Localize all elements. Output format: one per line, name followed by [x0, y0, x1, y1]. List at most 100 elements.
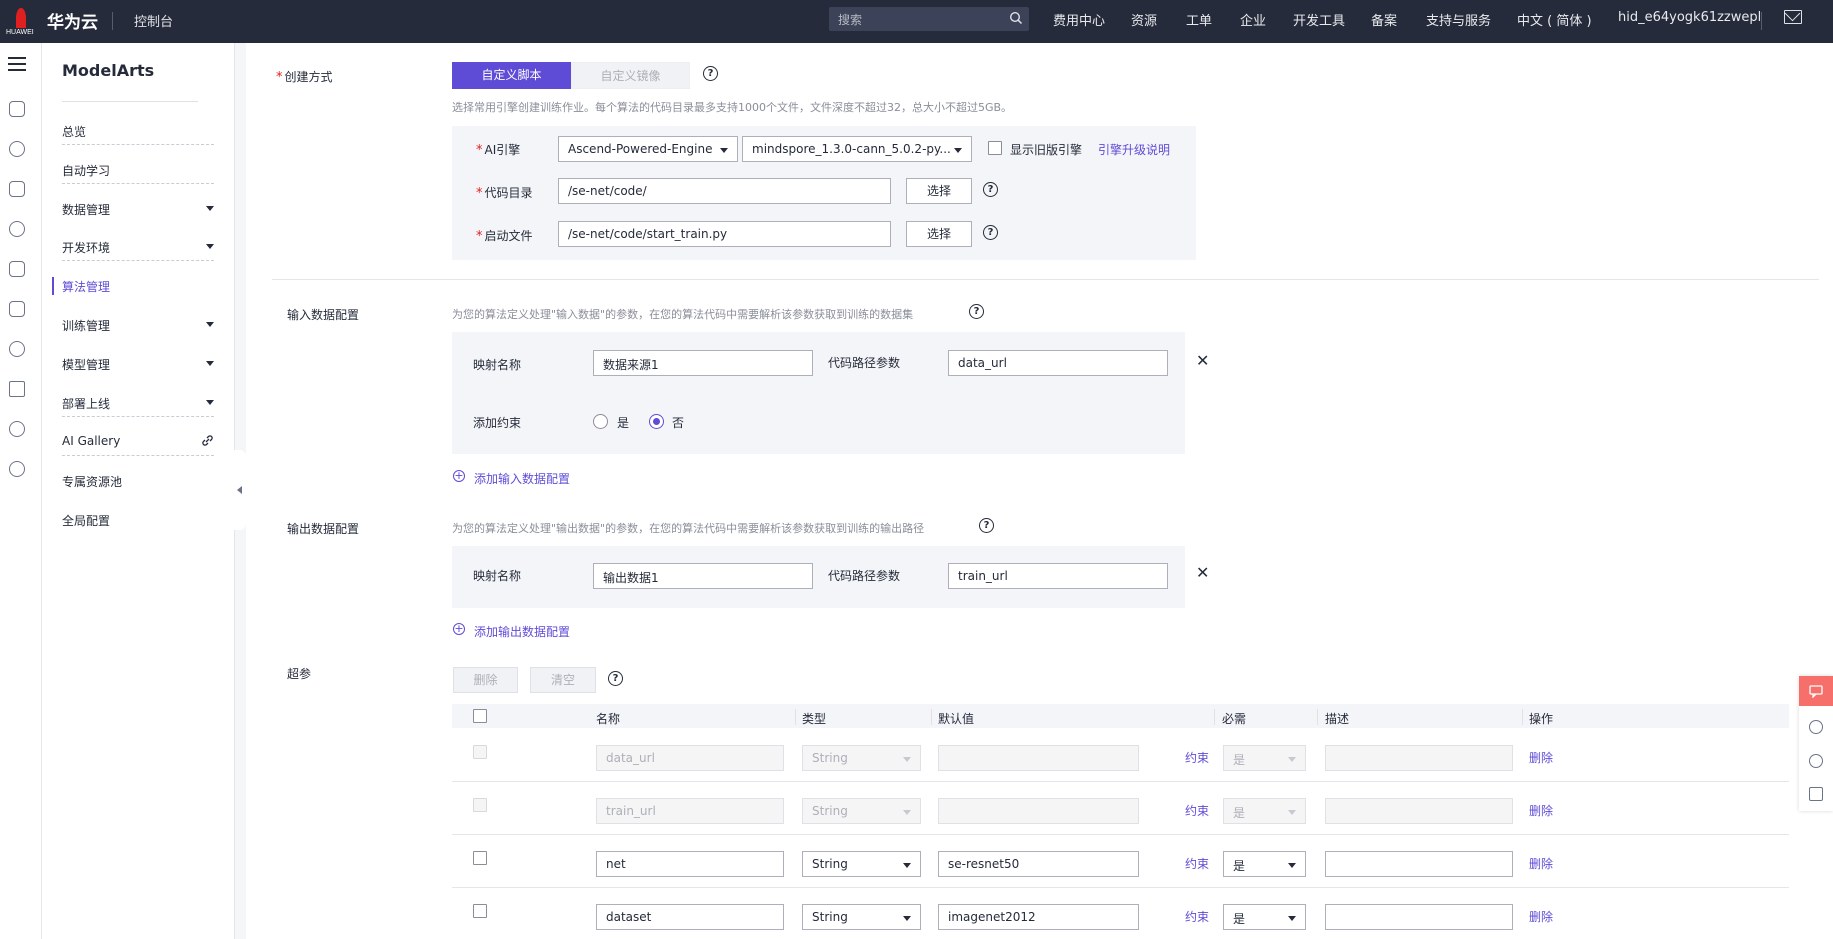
deploy-icon[interactable] [9, 381, 25, 397]
modelarts-icon[interactable] [9, 181, 25, 197]
row-checkbox[interactable] [473, 745, 487, 759]
nav-enterprise[interactable]: 企业 [1240, 10, 1266, 29]
nav-billing[interactable]: 费用中心 [1053, 10, 1105, 29]
sidebar-collapse-toggle[interactable] [234, 450, 246, 530]
help-icon[interactable] [1809, 754, 1823, 768]
constraint-radio-no[interactable] [649, 414, 664, 429]
nav-resources[interactable]: 资源 [1131, 10, 1157, 29]
nav-filing[interactable]: 备案 [1371, 10, 1397, 29]
ip-icon[interactable] [9, 461, 25, 477]
show-old-engine-checkbox[interactable] [988, 141, 1002, 155]
param-name-input[interactable]: train_url [596, 798, 784, 824]
param-type-select[interactable]: String [802, 745, 921, 771]
engine-upgrade-link[interactable]: 引擎升级说明 [1098, 141, 1170, 158]
nav-language[interactable]: 中文 ( 简体 ) [1517, 10, 1592, 29]
row-delete-link[interactable]: 删除 [1529, 749, 1553, 766]
add-circle-icon[interactable]: + [453, 470, 465, 482]
param-name-input[interactable]: net [596, 851, 784, 877]
sidebar-item-model-management[interactable]: 模型管理 [62, 350, 214, 378]
param-default-input[interactable]: se-resnet50 [938, 851, 1139, 877]
sidebar-item-auto-learning[interactable]: 自动学习 [62, 156, 214, 184]
clear-button[interactable]: 清空 [530, 667, 596, 693]
engine-version-select[interactable]: mindspore_1.3.0-cann_5.0.2-py... [742, 136, 972, 162]
huawei-logo[interactable]: HUAWEI [6, 4, 34, 38]
help-icon[interactable]: ? [979, 518, 994, 533]
output-code-param-input[interactable]: train_url [948, 563, 1168, 589]
code-dir-input[interactable]: /se-net/code/ [558, 178, 891, 204]
cloud-server-icon[interactable] [9, 101, 25, 117]
smile-icon[interactable] [1809, 720, 1823, 734]
sidebar-item-overview[interactable]: 总览 [62, 117, 214, 145]
row-delete-link[interactable]: 删除 [1529, 908, 1553, 925]
help-icon[interactable]: ? [608, 671, 623, 686]
row-checkbox[interactable] [473, 851, 487, 865]
console-link[interactable]: 控制台 [134, 11, 173, 30]
row-delete-link[interactable]: 删除 [1529, 802, 1553, 819]
feedback-icon[interactable] [1809, 787, 1823, 801]
sidebar-item-data-management[interactable]: 数据管理 [62, 195, 214, 223]
param-required-select[interactable]: 是 [1223, 904, 1306, 930]
param-required-select[interactable]: 是 [1223, 798, 1306, 824]
nav-support[interactable]: 支持与服务 [1426, 10, 1491, 29]
param-type-select[interactable]: String [802, 798, 921, 824]
param-description-input[interactable] [1325, 798, 1513, 824]
search-icon[interactable] [1009, 11, 1023, 25]
sidebar-item-dedicated-pool[interactable]: 专属资源池 [62, 467, 214, 495]
sidebar-item-training-management[interactable]: 训练管理 [62, 311, 214, 339]
code-dir-select-button[interactable]: 选择 [906, 178, 972, 204]
param-name-input[interactable]: dataset [596, 904, 784, 930]
param-default-input[interactable]: imagenet2012 [938, 904, 1139, 930]
boot-file-select-button[interactable]: 选择 [906, 221, 972, 247]
storage-icon[interactable] [9, 221, 25, 237]
param-default-input[interactable] [938, 745, 1139, 771]
constraint-link[interactable]: 约束 [1185, 749, 1209, 766]
network-icon[interactable] [9, 141, 25, 157]
nav-account[interactable]: hid_e64yogk61zzwepl [1618, 10, 1761, 25]
nav-devtools[interactable]: 开发工具 [1293, 10, 1345, 29]
input-map-name-input[interactable]: 数据来源1 [593, 350, 813, 376]
help-icon[interactable]: ? [983, 182, 998, 197]
param-description-input[interactable] [1325, 904, 1513, 930]
row-checkbox[interactable] [473, 798, 487, 812]
param-required-select[interactable]: 是 [1223, 851, 1306, 877]
link-icon[interactable] [201, 434, 214, 447]
param-type-select[interactable]: String [802, 904, 921, 930]
sidebar-item-dev-environment[interactable]: 开发环境 [62, 233, 214, 261]
param-default-input[interactable] [938, 798, 1139, 824]
param-description-input[interactable] [1325, 745, 1513, 771]
boot-file-input[interactable]: /se-net/code/start_train.py [558, 221, 891, 247]
input-code-param-input[interactable]: data_url [948, 350, 1168, 376]
mail-icon[interactable] [1784, 10, 1802, 24]
close-icon[interactable]: ✕ [1196, 563, 1209, 582]
tab-custom-image[interactable]: 自定义镜像 [571, 62, 690, 89]
chat-button[interactable] [1799, 676, 1833, 706]
database-icon[interactable] [9, 261, 25, 277]
row-delete-link[interactable]: 删除 [1529, 855, 1553, 872]
constraint-link[interactable]: 约束 [1185, 855, 1209, 872]
add-circle-icon[interactable]: + [453, 623, 465, 635]
param-type-select[interactable]: String [802, 851, 921, 877]
sidebar-item-ai-gallery[interactable]: AI Gallery [62, 428, 214, 456]
sidebar-item-deployment[interactable]: 部署上线 [62, 389, 214, 417]
close-icon[interactable]: ✕ [1196, 351, 1209, 370]
row-checkbox[interactable] [473, 904, 487, 918]
constraint-link[interactable]: 约束 [1185, 802, 1209, 819]
add-output-config-link[interactable]: 添加输出数据配置 [474, 623, 570, 640]
param-description-input[interactable] [1325, 851, 1513, 877]
delete-button[interactable]: 删除 [453, 667, 518, 693]
cloud-icon[interactable] [9, 341, 25, 357]
sidebar-item-global-config[interactable]: 全局配置 [62, 506, 214, 534]
help-icon[interactable]: ? [969, 304, 984, 319]
select-all-checkbox[interactable] [473, 709, 487, 723]
search-input[interactable]: 搜索 [829, 7, 1029, 31]
constraint-link[interactable]: 约束 [1185, 908, 1209, 925]
help-icon[interactable]: ? [983, 225, 998, 240]
param-required-select[interactable]: 是 [1223, 745, 1306, 771]
tab-custom-script[interactable]: 自定义脚本 [452, 62, 571, 89]
help-icon[interactable]: ? [703, 66, 718, 81]
nav-tickets[interactable]: 工单 [1186, 10, 1212, 29]
sidebar-item-algorithm-management[interactable]: 算法管理 [62, 272, 214, 300]
globe-icon[interactable] [9, 421, 25, 437]
menu-icon[interactable] [8, 57, 26, 71]
container-icon[interactable] [9, 301, 25, 317]
